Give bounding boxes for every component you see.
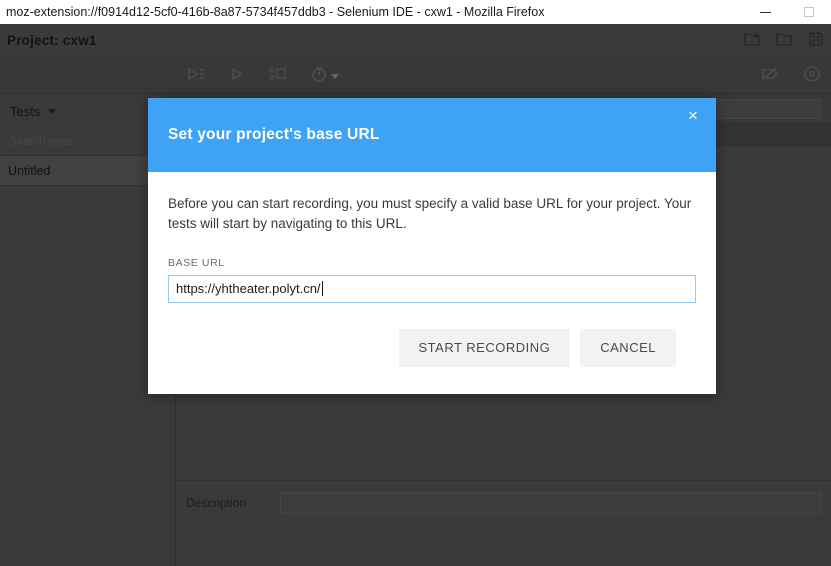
minimize-icon [759,11,771,13]
close-icon[interactable]: × [682,104,704,126]
window-titlebar: moz-extension://f0914d12-5cf0-416b-8a87-… [0,0,831,24]
dialog-actions: START RECORDING CANCEL [168,328,696,367]
minimize-button[interactable] [743,0,787,24]
cancel-button[interactable]: CANCEL [580,328,676,367]
app-root: moz-extension://f0914d12-5cf0-416b-8a87-… [0,0,831,566]
start-recording-button[interactable]: START RECORDING [398,328,571,367]
window-title: moz-extension://f0914d12-5cf0-416b-8a87-… [6,5,545,19]
base-url-label: BASE URL [168,256,225,269]
window-controls [743,0,831,24]
text-cursor [321,281,323,296]
base-url-input[interactable]: https://yhtheater.polyt.cn/ [168,274,696,303]
dialog-body: Before you can start recording, you must… [148,172,716,367]
maximize-button[interactable] [787,0,831,24]
dialog-header: Set your project's base URL × [148,98,716,172]
dialog-title: Set your project's base URL [168,126,380,143]
maximize-icon [804,7,814,17]
base-url-dialog: Set your project's base URL × Before you… [148,98,716,394]
dialog-description: Before you can start recording, you must… [168,196,692,232]
base-url-value: https://yhtheater.polyt.cn/ [176,281,321,296]
